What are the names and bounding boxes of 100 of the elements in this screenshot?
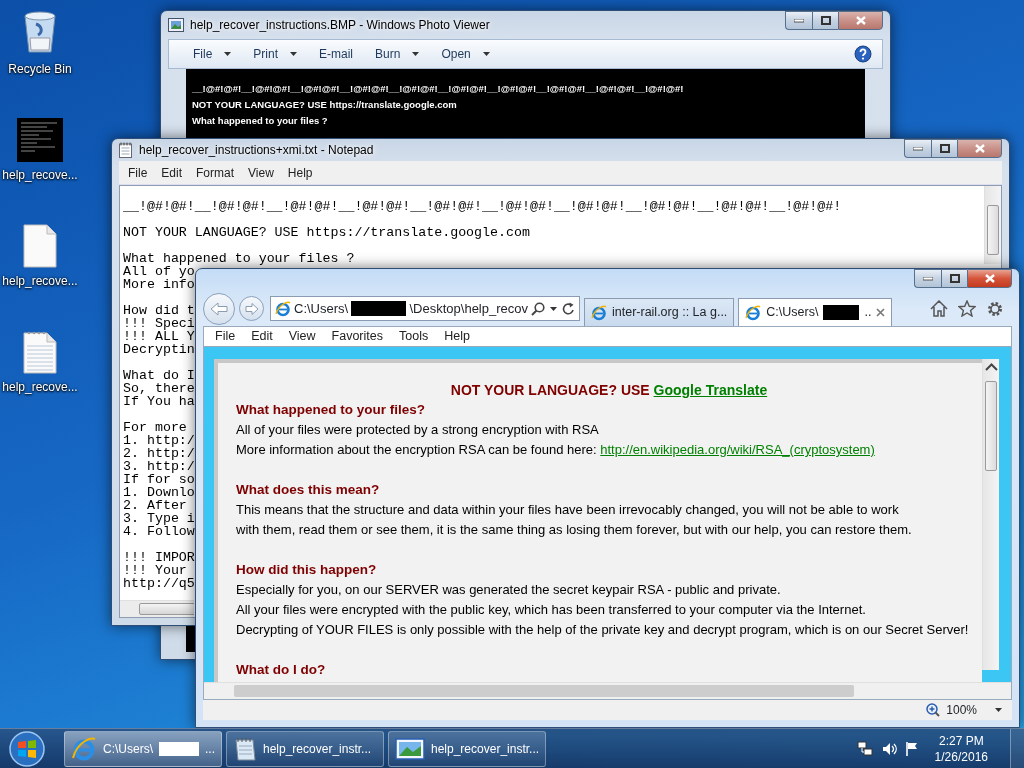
translate-link[interactable]: Google Translate <box>653 382 768 398</box>
scrollbar-thumb[interactable] <box>139 603 194 615</box>
tab-label: inter-rail.org :: La g... <box>612 304 728 322</box>
maximize-icon <box>949 274 960 283</box>
toolbar-menu-button[interactable]: File <box>185 43 240 65</box>
windows-logo-icon <box>8 729 46 768</box>
text-line: All of yo <box>123 265 195 278</box>
desktop-icon-label[interactable]: help_recove... <box>2 378 78 396</box>
section-heading: What do I do? <box>236 661 327 679</box>
close-button[interactable] <box>967 269 1012 288</box>
help-icon[interactable] <box>854 45 872 63</box>
close-button[interactable] <box>957 139 1002 158</box>
wikipedia-link[interactable]: http://en.wikipedia.org/wiki/RSA_(cryptosystem) <box>600 442 875 457</box>
section-heading: What happened to your files? <box>236 401 426 419</box>
toolbar-menu-button[interactable]: Burn <box>367 43 428 65</box>
maximize-button[interactable] <box>941 269 967 288</box>
taskbar-button[interactable]: C:\Users\ ... <box>64 730 222 767</box>
browser-logo-icon <box>591 304 607 321</box>
browser-tab[interactable]: C:\Users\ .. <box>738 298 893 326</box>
menu-item[interactable]: File <box>121 161 155 184</box>
maximize-button[interactable] <box>812 11 838 30</box>
maximize-button[interactable] <box>931 139 957 158</box>
menu-item[interactable]: Edit <box>154 161 190 184</box>
browser-logo-icon <box>71 735 97 762</box>
text-line: What happened to your files ? <box>123 252 355 265</box>
menu-item[interactable]: Favorites <box>323 327 391 346</box>
text-line: 2. After <box>123 499 187 512</box>
minimize-button[interactable] <box>914 269 941 288</box>
menu-item[interactable]: Tools <box>391 327 437 346</box>
refresh-icon[interactable] <box>562 301 575 316</box>
menu-item[interactable]: View <box>241 161 281 184</box>
zoom-level[interactable]: 100% <box>946 701 977 719</box>
desktop-icon-label[interactable]: help_recove... <box>2 272 78 290</box>
toolbar-menu-button[interactable]: Print <box>245 43 306 65</box>
text-line: 2. http:/ <box>123 447 195 460</box>
text-line: 3. http:/ <box>123 460 195 473</box>
close-icon[interactable] <box>876 308 886 317</box>
minimize-icon <box>913 146 923 151</box>
vertical-scrollbar[interactable] <box>984 186 1001 264</box>
text-line: __!@#!@#!__!@#!@#!__!@#!@#!__!@#!@#!__!@#!@#!__!@#!@#!__!@#!@#!__!@#!@#!__!@#!@#!__!@#!@#! <box>123 200 842 213</box>
menu-item[interactable]: File <box>207 327 244 346</box>
toolbar-menu-button[interactable]: Open <box>433 43 498 65</box>
text-line: 1. http:/ <box>123 434 195 447</box>
text-line: Decryptin <box>123 343 195 356</box>
star-icon[interactable] <box>958 299 976 317</box>
menu-item[interactable]: Edit <box>243 327 281 346</box>
back-button[interactable] <box>203 292 235 325</box>
taskbar-button[interactable]: help_recover_instr... <box>388 730 546 767</box>
maximize-icon <box>820 16 831 25</box>
browser-tab[interactable]: inter-rail.org :: La g... <box>584 298 735 326</box>
zoom-icon[interactable] <box>926 703 941 717</box>
tab-label: C:\Users\ <box>766 304 819 322</box>
image-text-line: What happened to your files ? <box>192 115 329 127</box>
caret-icon <box>995 708 1002 712</box>
close-icon <box>855 16 866 25</box>
clock-date[interactable]: 1/26/2016 <box>934 748 988 765</box>
redaction-block <box>159 741 199 756</box>
settings-icon[interactable] <box>986 299 1004 318</box>
minimize-button[interactable] <box>785 11 812 30</box>
address-text: C:\Users\ <box>294 299 349 318</box>
toolbar-menu-button[interactable]: E-mail <box>311 43 362 65</box>
scrollbar-thumb[interactable] <box>985 381 997 471</box>
text-line: If for so <box>123 473 195 486</box>
home-icon[interactable] <box>930 299 948 317</box>
document-icon[interactable] <box>23 224 57 268</box>
taskbar-button[interactable]: help_recover_instr... <box>226 730 384 767</box>
menu-item[interactable]: Help <box>436 327 478 346</box>
text-line: 3. Type i <box>123 512 195 525</box>
scrollbar-thumb[interactable] <box>234 685 854 697</box>
forward-button[interactable] <box>239 296 264 321</box>
menu-item[interactable]: Help <box>280 161 320 184</box>
address-field[interactable]: C:\Users\ \Desktop\help_recov <box>270 296 580 321</box>
image-thumbnail-icon[interactable] <box>17 118 63 162</box>
flag-icon[interactable] <box>904 740 919 757</box>
menu-item[interactable]: View <box>280 327 324 346</box>
desktop-icon-label[interactable]: help_recove... <box>2 166 78 184</box>
text-line: So, there <box>123 382 195 395</box>
close-button[interactable] <box>838 11 883 30</box>
clock-time[interactable]: 2:27 PM <box>934 732 988 749</box>
forward-arrow-icon <box>244 302 259 315</box>
vertical-scrollbar[interactable] <box>982 359 999 670</box>
horizontal-scrollbar[interactable] <box>204 682 1011 699</box>
horizontal-scrollbar[interactable] <box>120 600 194 617</box>
minimize-button[interactable] <box>904 139 931 158</box>
menu-item[interactable]: Format <box>189 161 242 184</box>
taskbar-label: help_recover_instr... <box>263 740 372 758</box>
paragraph-text: All of your files were protected by a strong encryption with RSA <box>236 421 600 439</box>
taskbar-label: ... <box>205 740 215 758</box>
image-text-line: NOT YOUR LANGUAGE? USE https://translate.google.com <box>192 99 458 111</box>
scrollbar-thumb[interactable] <box>987 205 999 255</box>
desktop-icon-label[interactable]: Recycle Bin <box>8 60 72 78</box>
text-document-icon[interactable] <box>23 330 57 374</box>
scroll-up-icon[interactable] <box>984 363 998 371</box>
close-icon <box>984 274 995 283</box>
search-icon[interactable] <box>531 301 545 316</box>
show-desktop-button[interactable] <box>1010 728 1024 768</box>
window-title: help_recover_instructions+xmi.txt - Notepad <box>139 142 374 159</box>
network-icon[interactable] <box>856 740 873 757</box>
paragraph-text: Especially for you, on our SERVER was generated the secret keypair RSA - public and private. <box>236 581 782 599</box>
text-line: 1. Downlo <box>123 486 195 499</box>
